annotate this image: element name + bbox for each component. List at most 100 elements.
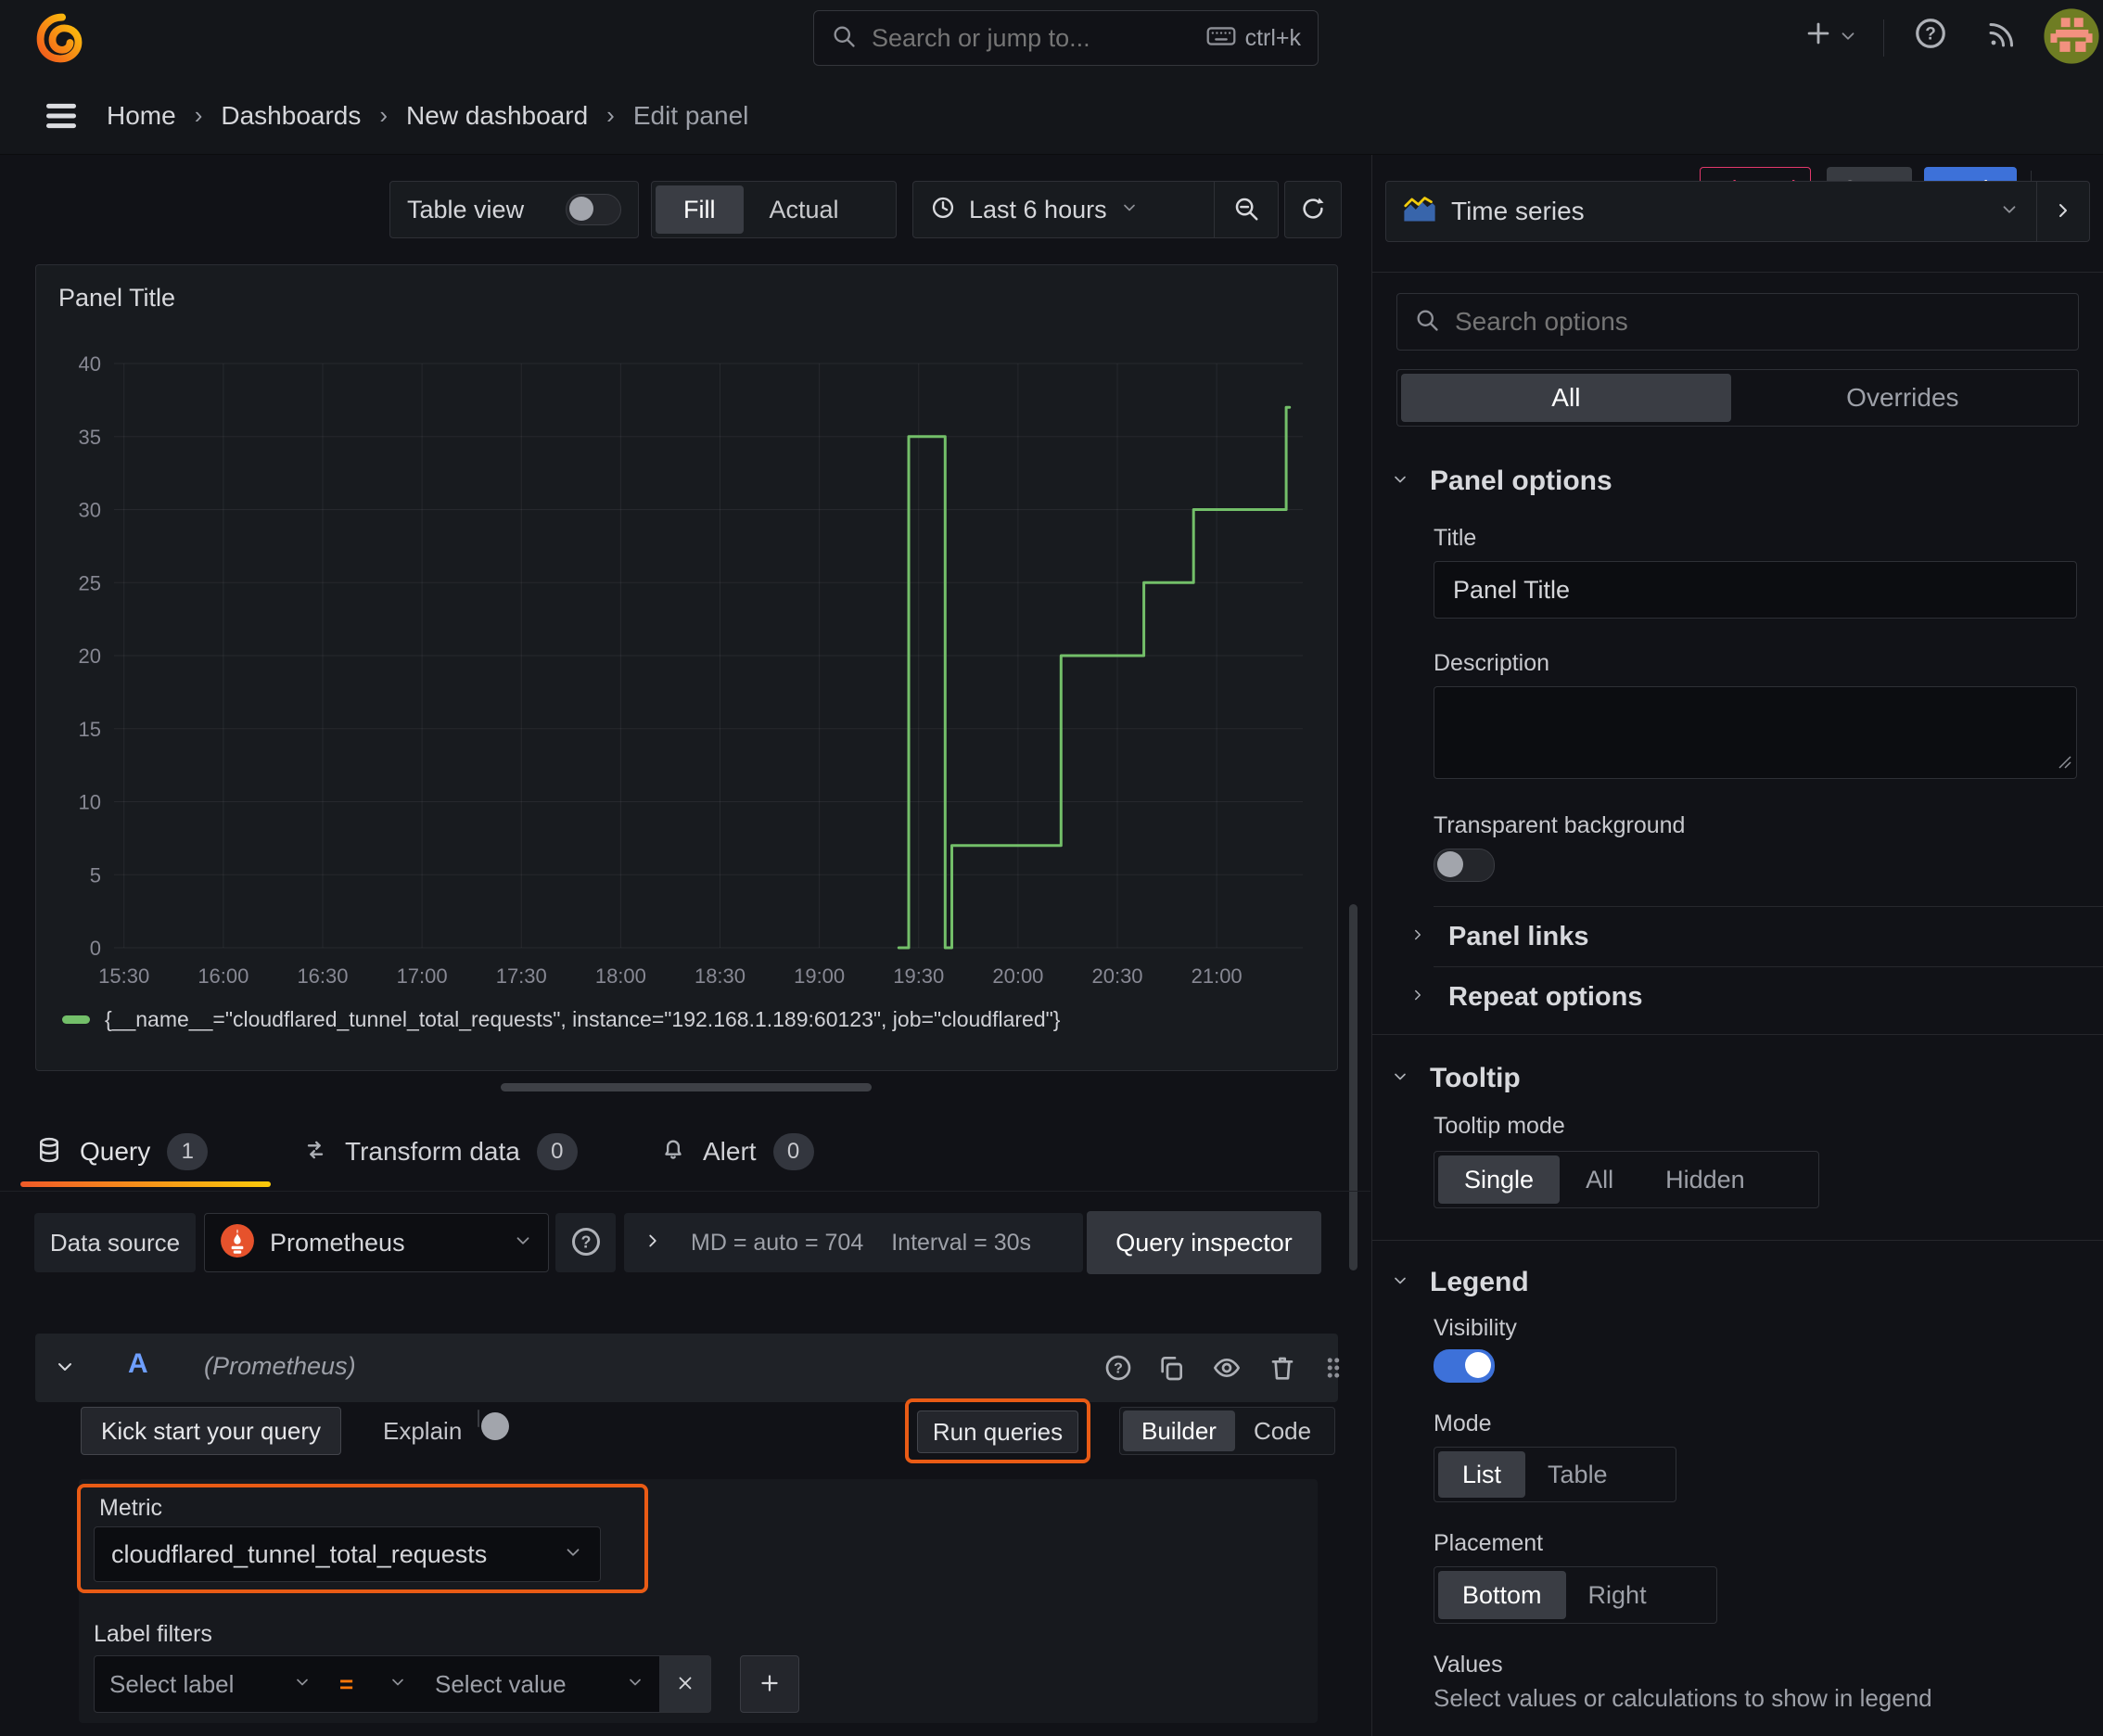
description-textarea[interactable] [1434,686,2077,779]
options-search-input[interactable] [1453,306,2061,338]
breadcrumb-dashboards[interactable]: Dashboards [221,101,361,131]
divider [1372,1240,2103,1241]
query-ref-id[interactable]: A [128,1348,148,1380]
query-help-icon[interactable]: ? [1098,1352,1139,1386]
legend-series-label[interactable]: {__name__="cloudflared_tunnel_total_requ… [105,1007,1060,1032]
help-icon[interactable]: ? [1907,15,1954,55]
zoom-out-icon[interactable] [1215,182,1278,237]
drag-handle-grip-icon[interactable] [1319,1354,1347,1386]
grafana-logo[interactable] [35,11,87,70]
tab-transform[interactable]: Transform data 0 [302,1117,578,1186]
legend-series-swatch[interactable] [62,1015,90,1024]
viz-select[interactable]: Time series [1386,182,2036,241]
datasource-picker[interactable]: Prometheus [204,1213,549,1272]
panel-options-header[interactable]: Panel options [1391,466,2084,497]
scrollbar-thumb[interactable] [1349,904,1357,1270]
breadcrumb-home[interactable]: Home [107,101,176,131]
tooltip-header[interactable]: Tooltip [1391,1063,2084,1094]
top-nav: ctrl+k ? [0,0,2103,76]
repeat-options-section[interactable]: Repeat options [1372,967,2103,1027]
resize-corner-icon[interactable] [2058,755,2072,774]
chevron-right-icon [1409,926,1426,948]
select-value-dropdown[interactable]: Select value [420,1655,660,1713]
chevron-down-icon [626,1673,644,1696]
panel-title[interactable]: Panel Title [58,284,175,313]
timeseries-chart[interactable]: 0 5 10 15 20 25 30 35 40 15:30 16:00 16:30 17:00 17:3… [49,351,1326,1000]
legend-mode-label: Mode [1434,1410,1492,1436]
chevron-down-icon [1120,198,1139,222]
duplicate-query-icon[interactable] [1151,1352,1192,1386]
tab-all[interactable]: All [1401,374,1731,422]
tab-transform-label: Transform data [345,1137,520,1166]
global-search[interactable]: ctrl+k [813,10,1319,66]
legend-placement-right[interactable]: Right [1566,1571,1669,1619]
remove-filter-x-icon[interactable] [659,1655,711,1713]
select-label-dropdown[interactable]: Select label [94,1655,327,1713]
refresh-button[interactable] [1284,181,1342,238]
visibility-toggle[interactable] [1434,1349,1495,1383]
panel-preview: Panel Title 0 5 10 15 20 25 30 35 40 15:30 16:00 16… [35,264,1338,1071]
query-options-collapsed[interactable]: MD = auto = 704 Interval = 30s [624,1213,1083,1272]
legend-mode-list[interactable]: List [1438,1451,1526,1498]
news-rss-icon[interactable] [1980,17,2024,55]
user-avatar[interactable] [2043,7,2100,70]
legend-mode-table[interactable]: Table [1525,1451,1630,1498]
chevron-down-icon [1391,1271,1409,1295]
builder-option[interactable]: Builder [1123,1410,1235,1451]
metric-select[interactable]: cloudflared_tunnel_total_requests [94,1526,601,1582]
legend-placement-bottom[interactable]: Bottom [1438,1571,1566,1619]
transparent-background-toggle[interactable] [1434,849,1495,882]
clock-icon [930,195,956,225]
datasource-help-icon[interactable]: ? [555,1213,616,1272]
svg-text:15: 15 [79,718,101,741]
time-range-picker[interactable]: Last 6 hours [913,182,1214,237]
table-view-label: Table view [407,195,525,223]
viz-expand-chevron-right-icon[interactable] [2037,182,2089,241]
legend-header[interactable]: Legend [1391,1267,2084,1298]
transform-icon [302,1137,328,1168]
fill-option[interactable]: Fill [656,185,744,234]
tab-overrides[interactable]: Overrides [1731,374,2074,422]
hide-query-eye-icon[interactable] [1205,1352,1248,1386]
expand-chevron-right-icon [643,1231,663,1256]
tab-query-badge: 1 [167,1133,209,1170]
panel-links-heading: Panel links [1448,921,1589,951]
query-inspector-button[interactable]: Query inspector [1087,1211,1321,1274]
panel-links-section[interactable]: Panel links [1372,907,2103,966]
chevron-down-icon [513,1231,533,1256]
run-queries-button[interactable]: Run queries [917,1410,1078,1453]
svg-text:19:00: 19:00 [794,964,845,988]
panel-title-input[interactable] [1434,561,2077,619]
actual-option[interactable]: Actual [744,185,865,234]
delete-query-trash-icon[interactable] [1262,1352,1303,1386]
tooltip-hidden-option[interactable]: Hidden [1639,1155,1771,1204]
kick-start-button[interactable]: Kick start your query [81,1407,341,1455]
tab-query[interactable]: Query 1 [35,1117,209,1186]
timeseries-viz-icon [1403,196,1436,227]
svg-text:16:00: 16:00 [198,964,249,988]
add-button[interactable] [1797,17,1840,53]
collapse-chevron-down-icon[interactable] [54,1356,76,1383]
code-option[interactable]: Code [1235,1410,1330,1451]
panel-resize-handle[interactable] [501,1083,872,1091]
tooltip-all-option[interactable]: All [1560,1155,1639,1204]
explain-toggle[interactable] [478,1410,509,1440]
visibility-label: Visibility [1434,1315,1517,1341]
add-filter-button[interactable] [740,1655,799,1713]
svg-text:20: 20 [79,645,101,668]
add-chevron-down-icon[interactable] [1838,26,1858,51]
tooltip-heading: Tooltip [1430,1063,1521,1093]
table-view-toggle[interactable] [566,194,621,225]
operator-dropdown[interactable]: = [326,1655,421,1713]
menu-toggle[interactable] [39,100,83,134]
tab-alert[interactable]: Alert 0 [660,1117,814,1186]
options-search[interactable] [1396,293,2079,351]
chevron-down-icon [293,1673,312,1696]
time-range-group: Last 6 hours [912,181,1279,238]
datasource-value: Prometheus [270,1228,405,1257]
breadcrumb-new-dashboard[interactable]: New dashboard [406,101,588,131]
database-icon [35,1136,63,1168]
search-input[interactable] [870,22,1206,54]
query-options-md: MD = auto = 704 [691,1229,864,1256]
tooltip-single-option[interactable]: Single [1438,1155,1561,1204]
